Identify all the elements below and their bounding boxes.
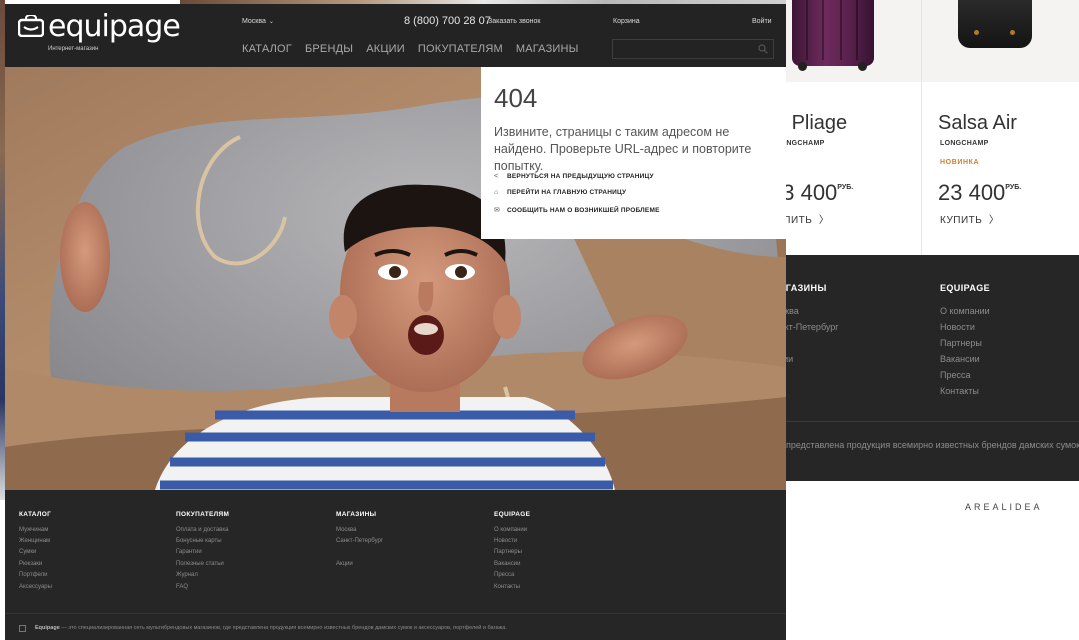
developer-credit[interactable]: AREALIDEA <box>965 502 1043 512</box>
footer-link[interactable]: Контакты <box>940 386 979 396</box>
product-brand: LONGCHAMP <box>776 140 825 147</box>
footer-description: представлена продукция всемирно известны… <box>786 440 1079 450</box>
suitcase-image[interactable] <box>792 0 874 71</box>
logo-tagline: Интернет-магазин <box>48 46 99 52</box>
chevron-right-icon: 〉 <box>988 215 1000 226</box>
footer-col-title: КАТАЛОГ <box>19 511 52 518</box>
header: equipage Интернет-магазин Москва ⌄ 8 (800… <box>5 4 786 67</box>
footer-link[interactable]: Журнал <box>176 572 198 578</box>
error-code: 404 <box>494 83 538 113</box>
main-nav: КАТАЛОГ БРЕНДЫ АКЦИИ ПОКУПАТЕЛЯМ МАГАЗИН… <box>242 43 592 55</box>
home-icon: ⌂ <box>494 189 499 196</box>
footer-link[interactable]: Партнеры <box>494 549 522 555</box>
callback-link[interactable]: Заказать звонок <box>488 18 540 25</box>
footer-link[interactable]: Женщинам <box>19 538 50 544</box>
footer-link[interactable]: Гарантии <box>176 549 202 555</box>
buy-button[interactable]: КУПИТЬ 〉 <box>940 211 999 226</box>
product-brand: LONGCHAMP <box>940 140 989 147</box>
bag-icon <box>19 625 26 632</box>
footer-divider <box>5 613 786 614</box>
footer-col-title: МАГАЗИНЫ <box>336 511 377 518</box>
footer-link[interactable]: Пресса <box>940 370 971 380</box>
footer-link[interactable]: Аксессуары <box>19 584 52 590</box>
product-price: 23 400РУБ. <box>938 180 1022 205</box>
footer-col-title: ПОКУПАТЕЛЯМ <box>176 511 230 518</box>
footer-link[interactable]: О компании <box>494 527 527 533</box>
footer-link[interactable]: Портфели <box>19 572 48 578</box>
nav-brands[interactable]: БРЕНДЫ <box>305 43 353 55</box>
error-card: 404 Извините, страницы с таким адресом н… <box>481 67 786 239</box>
footer-link[interactable]: Вакансии <box>940 354 980 364</box>
footer-divider <box>786 421 1079 422</box>
home-link[interactable]: ⌂ ПЕРЕЙТИ НА ГЛАВНУЮ СТРАНИЦУ <box>494 189 626 196</box>
footer-link[interactable]: Контакты <box>494 584 520 590</box>
nav-sales[interactable]: АКЦИИ <box>366 43 405 55</box>
city-selector[interactable]: Москва ⌄ <box>242 18 274 25</box>
search-input[interactable] <box>613 41 753 59</box>
footer-link[interactable]: Новости <box>494 538 517 544</box>
footer-link[interactable]: О компании <box>940 306 990 316</box>
product-name[interactable]: Pliage <box>786 112 848 135</box>
footer-link[interactable]: Бонусные карты <box>176 538 222 544</box>
error-message: Извините, страницы с таким адресом не на… <box>494 125 752 173</box>
chevron-left-icon: < <box>494 173 499 180</box>
footer-link[interactable]: Сумки <box>19 549 36 555</box>
product-divider <box>921 0 922 255</box>
phone-number[interactable]: 8 (800) 700 28 07 <box>404 15 491 27</box>
nav-catalog[interactable]: КАТАЛОГ <box>242 43 292 55</box>
footer: КАТАЛОГ Мужчинам Женщинам Сумки Рюкзаки … <box>5 490 786 640</box>
footer-copyright: Equipage — это специализированная сеть м… <box>35 625 507 631</box>
footer-link[interactable]: Оплата и доставка <box>176 527 228 533</box>
footer-col-title: EQUIPAGE <box>940 283 991 293</box>
nav-customers[interactable]: ПОКУПАТЕЛЯМ <box>418 43 503 55</box>
bag-image[interactable] <box>958 0 1032 48</box>
chevron-down-icon: ⌄ <box>268 19 274 25</box>
footer-link[interactable]: Полезные статьи <box>176 561 224 567</box>
login-link[interactable]: Войти <box>752 18 772 25</box>
back-link[interactable]: < ВЕРНУТЬСЯ НА ПРЕДЫДУЩУЮ СТРАНИЦУ <box>494 173 654 180</box>
footer-link[interactable]: Акции <box>336 561 353 567</box>
footer-link[interactable]: Москва <box>336 527 356 533</box>
search-icon[interactable] <box>758 44 768 54</box>
logo[interactable]: equipage <box>48 9 181 44</box>
report-link[interactable]: ✉ СООБЩИТЬ НАМ О ВОЗНИКШЕЙ ПРОБЛЕМЕ <box>494 206 660 214</box>
site-window: equipage Интернет-магазин Москва ⌄ 8 (800… <box>5 4 786 640</box>
footer-link[interactable]: Вакансии <box>494 561 520 567</box>
chevron-right-icon: 〉 <box>818 215 830 226</box>
nav-stores[interactable]: МАГАЗИНЫ <box>516 43 579 55</box>
footer-link[interactable]: Новости <box>940 322 975 332</box>
new-badge: НОВИНКА <box>940 159 980 166</box>
footer-link[interactable]: Партнеры <box>940 338 982 348</box>
footer-link[interactable]: Рюкзаки <box>19 561 42 567</box>
bag-logo-icon[interactable] <box>18 15 44 37</box>
cart-link[interactable]: Корзина <box>613 18 640 25</box>
footer-link[interactable]: FAQ <box>176 584 188 590</box>
footer-col-title: EQUIPAGE <box>494 511 531 518</box>
mail-icon: ✉ <box>494 207 501 214</box>
footer-link[interactable]: Санкт-Петербург <box>336 538 383 544</box>
product-name[interactable]: Salsa Air <box>938 112 1017 135</box>
footer-link[interactable]: Пресса <box>494 572 514 578</box>
search-box <box>612 39 774 59</box>
footer-link[interactable]: Мужчинам <box>19 527 48 533</box>
